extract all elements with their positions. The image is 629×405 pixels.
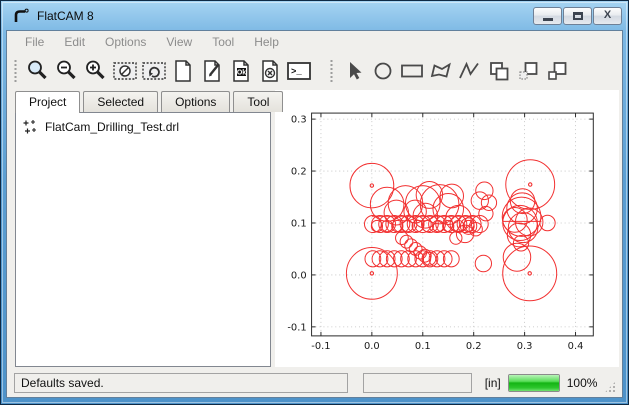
tab-bar: Project Selected Options Tool — [15, 90, 271, 112]
menu-bar: File Edit Options View Tool Help — [7, 31, 622, 53]
minimize-button[interactable] — [533, 7, 562, 25]
replot-button[interactable] — [139, 56, 168, 86]
copy-paste-icon — [516, 59, 540, 83]
clear-plot-icon — [112, 59, 138, 83]
zoom-fit-button[interactable] — [23, 56, 52, 86]
resize-grip-icon[interactable] — [604, 381, 616, 393]
tree-item-drill-object[interactable]: FlatCam_Drilling_Test.drl — [16, 113, 270, 137]
svg-text:0.0: 0.0 — [291, 270, 307, 281]
cancel-edit-button[interactable] — [255, 56, 284, 86]
menu-options[interactable]: Options — [95, 32, 156, 52]
draw-rectangle-icon — [399, 59, 425, 83]
svg-text:0.2: 0.2 — [291, 166, 307, 177]
tab-project[interactable]: Project — [15, 91, 80, 113]
status-bar: Defaults saved. [in] 100% — [7, 370, 622, 397]
tab-tool[interactable]: Tool — [233, 91, 283, 112]
svg-text:0.1: 0.1 — [415, 341, 431, 352]
svg-text:0.2: 0.2 — [466, 341, 482, 352]
select-tool-button[interactable] — [339, 56, 368, 86]
draw-path-button[interactable] — [455, 56, 484, 86]
draw-circle-icon — [371, 59, 395, 83]
close-icon: X — [604, 10, 611, 21]
edit-geometry-icon — [200, 59, 224, 83]
menu-help[interactable]: Help — [244, 32, 289, 52]
menu-tool[interactable]: Tool — [202, 32, 244, 52]
select-pointer-icon — [342, 59, 366, 83]
tree-item-label: FlatCam_Drilling_Test.drl — [45, 120, 179, 134]
menu-edit[interactable]: Edit — [54, 32, 95, 52]
new-file-icon — [171, 59, 195, 83]
zoom-out-button[interactable] — [52, 56, 81, 86]
update-geometry-ok-button[interactable]: Ok — [226, 56, 255, 86]
drill-object-icon — [22, 119, 38, 135]
svg-text:>_: >_ — [291, 67, 302, 77]
shell-button[interactable]: >_ — [284, 56, 313, 86]
svg-text:0.4: 0.4 — [568, 341, 584, 352]
copy-geometry-icon — [487, 59, 511, 83]
minimize-icon — [543, 18, 553, 21]
tab-options[interactable]: Options — [161, 91, 230, 112]
flatcam-logo-icon — [12, 7, 30, 25]
cancel-edit-icon — [258, 59, 282, 83]
units-label: [in] — [485, 376, 501, 390]
zoom-in-button[interactable] — [81, 56, 110, 86]
toolbar-grip[interactable] — [13, 59, 18, 83]
draw-path-icon — [457, 59, 483, 83]
status-message: Defaults saved. — [21, 376, 104, 390]
project-tree-panel: FlatCam_Drilling_Test.drl — [15, 112, 271, 367]
svg-text:0.3: 0.3 — [517, 341, 533, 352]
buffer-geometry-icon — [545, 59, 569, 83]
svg-text:Ok: Ok — [236, 70, 245, 77]
zoom-fit-icon — [26, 59, 50, 83]
zoom-in-icon — [84, 59, 108, 83]
svg-text:0.0: 0.0 — [364, 341, 380, 352]
zoom-out-icon — [55, 59, 79, 83]
tab-selected[interactable]: Selected — [83, 91, 158, 112]
clear-plot-button[interactable] — [110, 56, 139, 86]
maximize-button[interactable] — [563, 7, 592, 25]
progress-bar — [508, 374, 560, 392]
window-title: FlatCAM 8 — [37, 9, 94, 23]
svg-text:-0.1: -0.1 — [287, 322, 306, 333]
plot-panel: -0.1 0.0 0.1 0.2 0.3 0.4 -0.1 0.0 0.1 0.2 0.3 — [275, 90, 619, 367]
maximize-icon — [573, 12, 583, 20]
svg-text:0.1: 0.1 — [291, 218, 307, 229]
progress-percent-label: 100% — [567, 376, 598, 390]
title-bar[interactable]: FlatCAM 8 X — [1, 1, 628, 30]
client-area: File Edit Options View Tool Help — [6, 30, 623, 398]
toolbar: Ok >_ — [7, 53, 622, 89]
new-blank-geometry-button[interactable] — [168, 56, 197, 86]
svg-text:-0.1: -0.1 — [311, 341, 330, 352]
copy-paste-button[interactable] — [513, 56, 542, 86]
toolbar-grip-2[interactable] — [329, 59, 334, 83]
menu-view[interactable]: View — [156, 32, 202, 52]
replot-icon — [141, 59, 167, 83]
status-message-panel: Defaults saved. — [14, 373, 348, 393]
plot-canvas[interactable]: -0.1 0.0 0.1 0.2 0.3 0.4 -0.1 0.0 0.1 0.2 0.3 — [275, 90, 619, 367]
svg-text:0.3: 0.3 — [291, 115, 307, 126]
flatcam-window: FlatCAM 8 X File Edit Options View Tool … — [0, 0, 629, 405]
draw-polygon-button[interactable] — [426, 56, 455, 86]
progress-fill — [509, 375, 559, 391]
shell-icon: >_ — [286, 59, 312, 83]
edit-geometry-button[interactable] — [197, 56, 226, 86]
copy-geometry-button[interactable] — [484, 56, 513, 86]
main-content: Project Selected Options Tool FlatCam_Dr… — [7, 89, 622, 370]
update-ok-icon: Ok — [229, 59, 253, 83]
menu-file[interactable]: File — [15, 32, 54, 52]
draw-rectangle-button[interactable] — [397, 56, 426, 86]
buffer-geometry-button[interactable] — [542, 56, 571, 86]
draw-polygon-icon — [428, 59, 454, 83]
draw-circle-button[interactable] — [368, 56, 397, 86]
status-empty-panel — [363, 373, 471, 393]
close-button[interactable]: X — [593, 7, 622, 25]
